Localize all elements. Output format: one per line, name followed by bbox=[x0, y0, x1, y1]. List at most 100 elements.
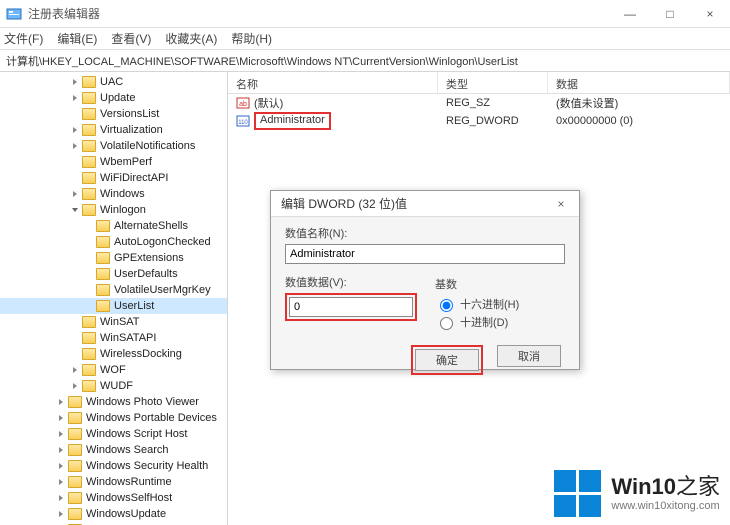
twister-none bbox=[84, 301, 94, 311]
chevron-right-icon[interactable] bbox=[70, 381, 80, 391]
folder-icon bbox=[82, 316, 96, 328]
windows-logo-icon bbox=[554, 470, 601, 517]
col-data[interactable]: 数据 bbox=[548, 72, 730, 93]
menu-edit[interactable]: 编辑(E) bbox=[57, 30, 97, 47]
tree-label: WbemPerf bbox=[100, 154, 152, 170]
twister-none bbox=[84, 269, 94, 279]
value-data-field[interactable] bbox=[289, 297, 413, 317]
chevron-right-icon[interactable] bbox=[56, 429, 66, 439]
tree-node[interactable]: UAC bbox=[0, 74, 227, 90]
maximize-button[interactable]: □ bbox=[650, 0, 690, 28]
folder-icon bbox=[82, 380, 96, 392]
chevron-right-icon[interactable] bbox=[70, 365, 80, 375]
tree-node[interactable]: WirelessDocking bbox=[0, 346, 227, 362]
twister-none bbox=[70, 173, 80, 183]
dialog-body: 数值名称(N): 数值数据(V): 基数 十六进制(H) 十进制(D) 确定 取… bbox=[271, 217, 579, 383]
tree-node[interactable]: WOF bbox=[0, 362, 227, 378]
tree-node[interactable]: Windows Photo Viewer bbox=[0, 394, 227, 410]
minimize-button[interactable]: — bbox=[610, 0, 650, 28]
tree-node[interactable]: UserList bbox=[0, 298, 227, 314]
tree-label: WirelessDocking bbox=[100, 346, 182, 362]
tree-node[interactable]: WinSAT bbox=[0, 314, 227, 330]
column-headers: 名称 类型 数据 bbox=[228, 72, 730, 94]
twister-none bbox=[84, 285, 94, 295]
tree-node[interactable]: UserDefaults bbox=[0, 266, 227, 282]
window-controls: — □ × bbox=[610, 0, 730, 28]
tree-node[interactable]: Windows Script Host bbox=[0, 426, 227, 442]
dialog-titlebar[interactable]: 编辑 DWORD (32 位)值 × bbox=[271, 191, 579, 217]
tree-node[interactable]: AutoLogonChecked bbox=[0, 234, 227, 250]
dword-value-icon: 110 bbox=[236, 114, 250, 128]
tree-label: VolatileNotifications bbox=[100, 138, 195, 154]
ok-button-highlight: 确定 bbox=[411, 345, 483, 375]
folder-icon bbox=[96, 300, 110, 312]
tree-label: UAC bbox=[100, 74, 123, 90]
value-row[interactable]: ab(默认)REG_SZ(数值未设置) bbox=[228, 94, 730, 112]
registry-path: 计算机\HKEY_LOCAL_MACHINE\SOFTWARE\Microsof… bbox=[6, 53, 518, 69]
menu-help[interactable]: 帮助(H) bbox=[231, 30, 272, 47]
folder-icon bbox=[68, 492, 82, 504]
chevron-right-icon[interactable] bbox=[56, 461, 66, 471]
dialog-title: 编辑 DWORD (32 位)值 bbox=[281, 195, 549, 212]
chevron-right-icon[interactable] bbox=[56, 413, 66, 423]
chevron-right-icon[interactable] bbox=[56, 493, 66, 503]
folder-icon bbox=[82, 364, 96, 376]
twister-none bbox=[70, 157, 80, 167]
folder-icon bbox=[82, 172, 96, 184]
tree-node[interactable]: Windows Security Health bbox=[0, 458, 227, 474]
twister-none bbox=[70, 109, 80, 119]
close-button[interactable]: × bbox=[690, 0, 730, 28]
col-name[interactable]: 名称 bbox=[228, 72, 438, 93]
folder-icon bbox=[82, 124, 96, 136]
tree-node[interactable]: Virtualization bbox=[0, 122, 227, 138]
chevron-right-icon[interactable] bbox=[70, 77, 80, 87]
chevron-right-icon[interactable] bbox=[56, 477, 66, 487]
col-type[interactable]: 类型 bbox=[438, 72, 548, 93]
chevron-right-icon[interactable] bbox=[70, 93, 80, 103]
tree-view[interactable]: UACUpdateVersionsListVirtualizationVolat… bbox=[0, 72, 228, 525]
chevron-right-icon[interactable] bbox=[56, 445, 66, 455]
chevron-right-icon[interactable] bbox=[70, 141, 80, 151]
chevron-right-icon[interactable] bbox=[56, 509, 66, 519]
value-name-field[interactable] bbox=[285, 244, 565, 264]
tree-node[interactable]: WindowsUpdate bbox=[0, 506, 227, 522]
twister-none bbox=[84, 221, 94, 231]
value-type: REG_DWORD bbox=[438, 115, 548, 127]
tree-node[interactable]: GPExtensions bbox=[0, 250, 227, 266]
tree-node[interactable]: Winlogon bbox=[0, 202, 227, 218]
tree-node[interactable]: AlternateShells bbox=[0, 218, 227, 234]
address-bar[interactable]: 计算机\HKEY_LOCAL_MACHINE\SOFTWARE\Microsof… bbox=[0, 50, 730, 72]
dialog-close-icon[interactable]: × bbox=[549, 197, 573, 211]
tree-node[interactable]: Windows Search bbox=[0, 442, 227, 458]
chevron-right-icon[interactable] bbox=[56, 397, 66, 407]
tree-node[interactable]: WinSATAPI bbox=[0, 330, 227, 346]
tree-node[interactable]: WindowsSelfHost bbox=[0, 490, 227, 506]
tree-node[interactable]: Update bbox=[0, 90, 227, 106]
menu-favorites[interactable]: 收藏夹(A) bbox=[165, 30, 217, 47]
tree-node[interactable]: WiFiDirectAPI bbox=[0, 170, 227, 186]
value-row[interactable]: 110AdministratorREG_DWORD0x00000000 (0) bbox=[228, 112, 730, 130]
tree-label: AlternateShells bbox=[114, 218, 188, 234]
menu-view[interactable]: 查看(V) bbox=[111, 30, 151, 47]
chevron-down-icon[interactable] bbox=[70, 205, 80, 215]
value-name-label: 数值名称(N): bbox=[285, 225, 565, 241]
tree-node[interactable]: VersionsList bbox=[0, 106, 227, 122]
tree-node[interactable]: WUDF bbox=[0, 378, 227, 394]
menu-file[interactable]: 文件(F) bbox=[4, 30, 43, 47]
folder-icon bbox=[96, 268, 110, 280]
ok-button[interactable]: 确定 bbox=[415, 349, 479, 371]
tree-node[interactable]: VolatileUserMgrKey bbox=[0, 282, 227, 298]
tree-node[interactable]: VolatileNotifications bbox=[0, 138, 227, 154]
folder-icon bbox=[68, 428, 82, 440]
radio-dec[interactable] bbox=[440, 317, 453, 330]
tree-node[interactable]: Windows bbox=[0, 186, 227, 202]
chevron-right-icon[interactable] bbox=[70, 189, 80, 199]
tree-node[interactable]: WbemPerf bbox=[0, 154, 227, 170]
radio-hex[interactable] bbox=[440, 299, 453, 312]
tree-node[interactable]: WindowsRuntime bbox=[0, 474, 227, 490]
folder-icon bbox=[68, 508, 82, 520]
tree-node[interactable]: Windows Portable Devices bbox=[0, 410, 227, 426]
folder-icon bbox=[68, 460, 82, 472]
chevron-right-icon[interactable] bbox=[70, 125, 80, 135]
cancel-button[interactable]: 取消 bbox=[497, 345, 561, 367]
